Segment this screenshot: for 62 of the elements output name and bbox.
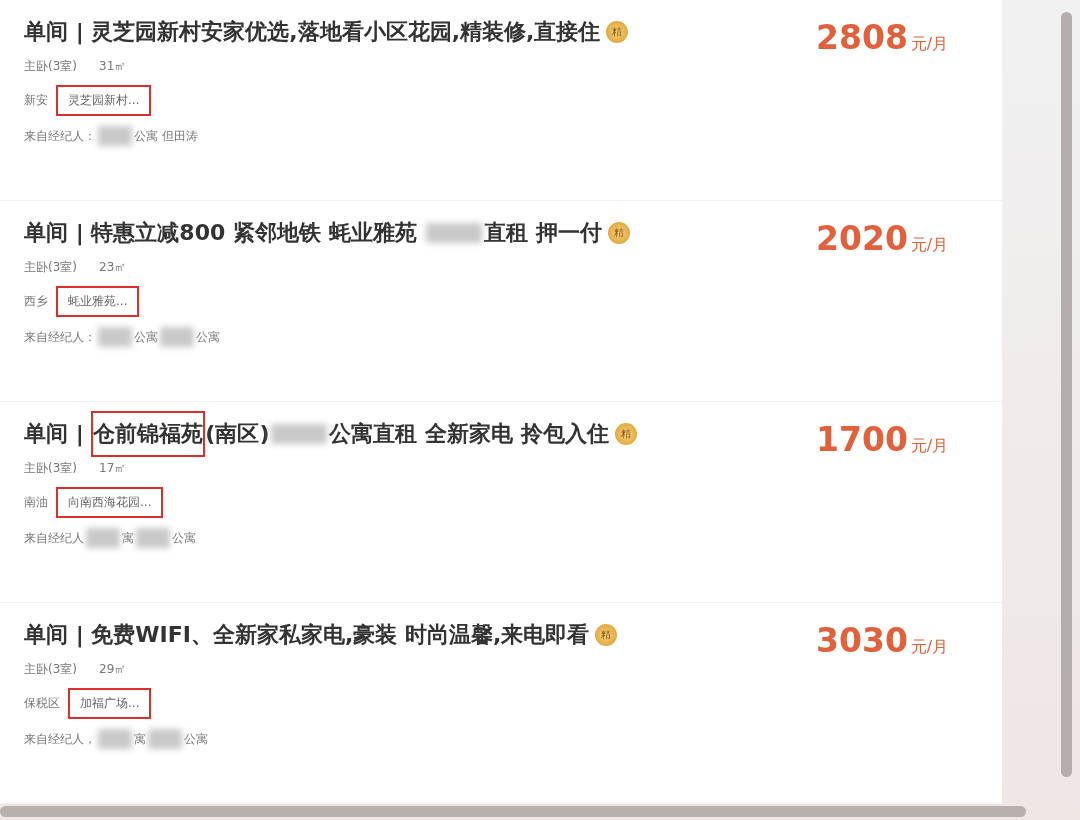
highlighted-text: 仓前锦福苑 — [91, 411, 206, 457]
room-type: 主卧(3室) — [24, 58, 77, 75]
quality-badge: 精 — [606, 21, 629, 43]
title-text: 直租 押一付 — [484, 219, 602, 247]
title-text: 单间 | 灵芝园新村安家优选,落地看小区花园,精装修,直接住 — [24, 18, 601, 47]
community-link[interactable]: 蚝业雅苑... — [56, 286, 140, 317]
blurred-patch — [148, 729, 182, 749]
title-text: 单间 | 特惠立减800 紧邻地铁 蚝业雅苑 — [24, 219, 418, 248]
title-text: (南区) — [205, 420, 270, 448]
price-unit: 元/月 — [910, 34, 949, 55]
district-link[interactable]: 新安 — [24, 92, 48, 109]
quality-badge: 精 — [595, 624, 618, 646]
quality-badge: 精 — [614, 423, 637, 445]
agent-text: 公寓 — [134, 328, 158, 346]
blurred-patch — [426, 223, 483, 243]
community-link[interactable]: 灵芝园新村... — [56, 85, 152, 116]
agent-text: 寓 — [122, 529, 134, 547]
blurred-patch — [271, 424, 328, 444]
room-type: 主卧(3室) — [24, 259, 77, 276]
agent-text: 来自经纪人 — [24, 529, 84, 547]
room-area: 23㎡ — [99, 259, 127, 276]
quality-badge: 精 — [607, 222, 630, 244]
listing-card[interactable]: 单间 | 免费WIFI、全新家私家电,豪装 时尚温馨,来电即看 精 主卧(3室) 29㎡ 保税区 加福广场... 来自经纪人， 寓 公寓 3030 元/月 — [0, 603, 1002, 804]
blurred-patch — [136, 528, 170, 548]
agent-text: 来自经纪人： — [24, 328, 96, 346]
room-type: 主卧(3室) — [24, 460, 77, 477]
price: 2020 — [816, 219, 908, 258]
room-area: 31㎡ — [99, 58, 127, 75]
blurred-patch — [98, 729, 132, 749]
blurred-patch — [98, 126, 132, 146]
price: 2808 — [816, 18, 908, 57]
price: 1700 — [816, 420, 908, 459]
agent-text: 公寓 — [172, 529, 196, 547]
title-text: 公寓直租 全新家电 拎包入住 — [329, 420, 609, 448]
blurred-patch — [86, 528, 120, 548]
district-link[interactable]: 南油 — [24, 494, 48, 511]
listing-card[interactable]: 单间 | 仓前锦福苑(南区) 公寓直租 全新家电 拎包入住 精 主卧(3室) 17㎡ 南油 向南西海花园... 来自经纪人 寓 公寓 1700 元/月 — [0, 402, 1002, 603]
vertical-scrollbar[interactable] — [1061, 12, 1072, 777]
agent-text: 来自经纪人： — [24, 127, 96, 145]
blurred-patch — [98, 327, 132, 347]
price-unit: 元/月 — [910, 436, 949, 457]
agent-text: 公寓 — [184, 730, 208, 748]
district-link[interactable]: 保税区 — [24, 695, 60, 712]
price: 3030 — [816, 621, 908, 660]
district-link[interactable]: 西乡 — [24, 293, 48, 310]
room-area: 17㎡ — [99, 460, 127, 477]
price-unit: 元/月 — [910, 637, 949, 658]
blurred-patch — [160, 327, 194, 347]
price-unit: 元/月 — [910, 235, 949, 256]
community-link[interactable]: 向南西海花园... — [56, 487, 164, 518]
agent-text: 公寓 — [196, 328, 220, 346]
title-text: 单间 | 免费WIFI、全新家私家电,豪装 时尚温馨,来电即看 — [24, 621, 590, 650]
community-link[interactable]: 加福广场... — [68, 688, 152, 719]
room-type: 主卧(3室) — [24, 661, 77, 678]
title-text: 单间 | — [24, 420, 85, 449]
agent-text: 寓 — [134, 730, 146, 748]
room-area: 29㎡ — [99, 661, 127, 678]
agent-text: 公寓 但田涛 — [134, 127, 198, 145]
agent-text: 来自经纪人， — [24, 730, 96, 748]
listing-card[interactable]: 单间 | 特惠立减800 紧邻地铁 蚝业雅苑 直租 押一付 精 主卧(3室) 23㎡ 西乡 蚝业雅苑... 来自经纪人： 公寓 公寓 2020 元/月 — [0, 201, 1002, 402]
listing-card[interactable]: 单间 | 灵芝园新村安家优选,落地看小区花园,精装修,直接住 精 主卧(3室) 31㎡ 新安 灵芝园新村... 来自经纪人： 公寓 但田涛 2808 元/月 — [0, 0, 1002, 201]
horizontal-scrollbar[interactable] — [0, 806, 1026, 817]
